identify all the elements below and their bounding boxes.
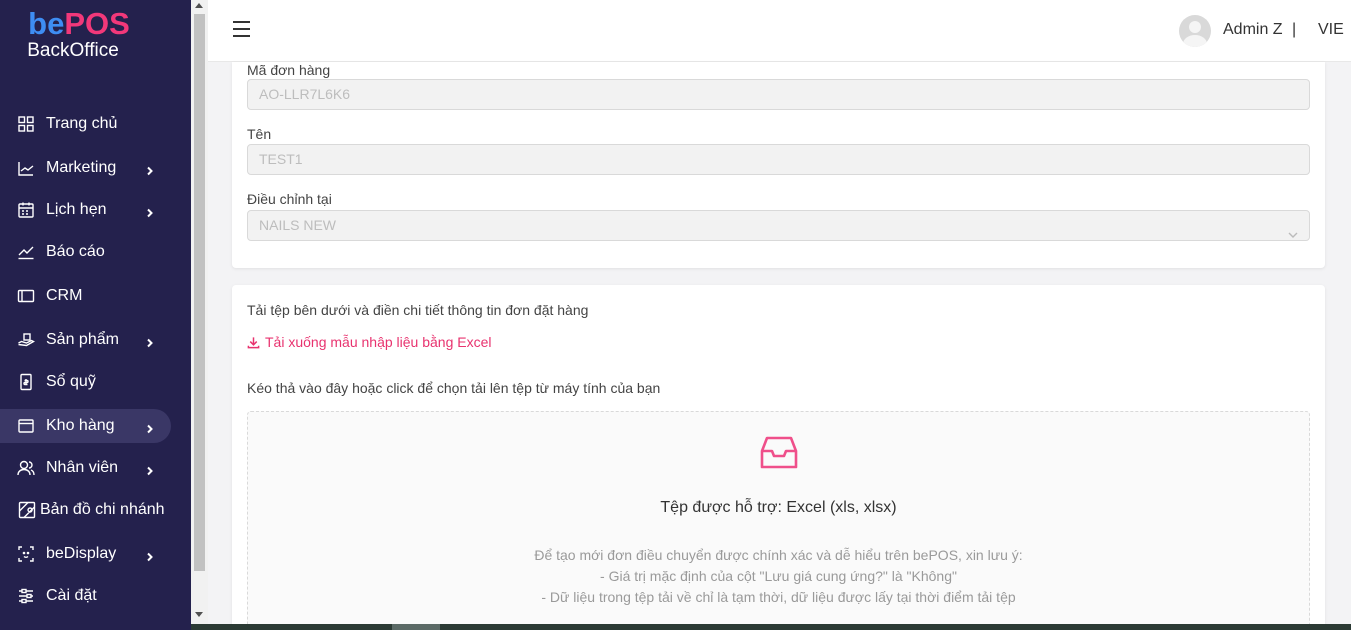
trend-icon (17, 243, 35, 261)
sidebar-item-label: Bản đồ chi nhánh (40, 501, 165, 518)
calendar-icon (17, 201, 35, 219)
sidebar-item-cai-dat[interactable]: Cài đặt (0, 579, 171, 613)
sidebar-item-trang-chu[interactable]: Trang chủ (0, 107, 171, 141)
bepos-logo[interactable]: bePOS BackOffice (24, 8, 134, 62)
chevron-right-icon (145, 163, 155, 176)
upload-instruction: Tải tệp bên dưới và điền chi tiết thông … (247, 302, 589, 318)
user-name[interactable]: Admin Z (1223, 21, 1283, 39)
sidebar-item-crm[interactable]: CRM (0, 279, 171, 313)
sidebar-item-label: Nhân viên (46, 459, 119, 476)
sidebar-item-label: Marketing (46, 159, 117, 176)
hamburger-menu-icon[interactable] (233, 21, 251, 37)
order-code-label: Mã đơn hàng (247, 62, 331, 78)
chevron-right-icon (145, 205, 155, 218)
upload-note-line-2: - Giá trị mặc định của cột "Lưu giá cung… (600, 568, 957, 584)
download-template-label: Tải xuống mẫu nhập liệu bằng Excel (265, 334, 492, 350)
logo-subtitle: BackOffice (27, 40, 119, 61)
sidebar-item-label: Lịch hẹn (46, 201, 107, 218)
avatar[interactable] (1179, 15, 1211, 47)
sidebar-item-label: Kho hàng (46, 417, 115, 434)
sidebar-item-san-pham[interactable]: Sản phẩm (0, 323, 171, 357)
chevron-right-icon (145, 421, 155, 434)
sidebar-item-ban-do-chi-nhanh[interactable]: Bản đồ chi nhánh (0, 493, 171, 527)
map-icon (18, 501, 36, 519)
sidebar-item-label: Cài đặt (46, 587, 97, 604)
sidebar-item-label: beDisplay (46, 545, 117, 562)
upload-card: Tải tệp bên dưới và điền chi tiết thông … (232, 285, 1325, 630)
page-scrollbar[interactable] (191, 0, 208, 630)
upload-note-line-3: - Dữ liệu trong tệp tải về chỉ là tạm th… (541, 589, 1016, 605)
users-icon (17, 459, 35, 477)
sidebar-item-label: Sổ quỹ (46, 373, 96, 390)
order-info-card: Mã đơn hàng AO-LLR7L6K6 Tên TEST1 Điều c… (232, 62, 1325, 268)
adjust-at-label: Điều chỉnh tại (247, 191, 332, 207)
adjust-at-select[interactable]: NAILS NEW (247, 210, 1310, 241)
sidebar: bePOS BackOffice Trang chủ Marketing Lịc… (0, 0, 191, 630)
sidebar-item-lich-hen[interactable]: Lịch hẹn (0, 193, 171, 227)
name-field[interactable]: TEST1 (247, 144, 1310, 175)
sidebar-item-marketing[interactable]: Marketing (0, 151, 171, 185)
sidebar-item-bao-cao[interactable]: Báo cáo (0, 235, 171, 269)
scroll-down-arrow-icon[interactable] (195, 612, 203, 617)
supported-files-text: Tệp được hỗ trợ: Excel (xls, xlsx) (660, 499, 897, 516)
adjust-at-value: NAILS NEW (259, 217, 337, 233)
drag-hint: Kéo thả vào đây hoặc click để chọn tải l… (247, 380, 661, 396)
sidebar-item-label: Báo cáo (46, 243, 105, 260)
sidebar-item-label: Sản phẩm (46, 331, 119, 348)
name-label: Tên (247, 126, 272, 142)
logo-wordmark: bePOS (28, 6, 130, 41)
download-icon (247, 336, 260, 348)
sliders-icon (17, 587, 35, 605)
upload-note-line-1: Để tạo mới đơn điều chuyển được chính xá… (534, 547, 1023, 563)
warehouse-icon (17, 417, 35, 435)
chevron-right-icon (145, 549, 155, 562)
sidebar-item-bedisplay[interactable]: beDisplay (0, 537, 171, 571)
language-selector[interactable]: VIE (1318, 21, 1344, 39)
grid-icon (17, 115, 35, 133)
face-scan-icon (17, 545, 35, 563)
download-template-link[interactable]: Tải xuống mẫu nhập liệu bằng Excel (247, 334, 491, 350)
bottom-strip (191, 624, 1351, 630)
order-code-field[interactable]: AO-LLR7L6K6 (247, 79, 1310, 110)
sidebar-item-kho-hang[interactable]: Kho hàng (0, 409, 171, 443)
chevron-right-icon (145, 335, 155, 348)
chevron-down-icon (1288, 221, 1298, 238)
hand-product-icon (17, 331, 35, 349)
top-header: Admin Z | VIE (208, 0, 1351, 62)
sidebar-item-nhan-vien[interactable]: Nhân viên (0, 451, 171, 485)
header-separator: | (1292, 21, 1297, 38)
chevron-right-icon (145, 463, 155, 476)
sidebar-item-so-quy[interactable]: Sổ quỹ (0, 365, 171, 399)
id-card-icon (17, 287, 35, 305)
chart-line-icon (17, 159, 35, 177)
cash-book-icon (17, 373, 35, 391)
inbox-icon (760, 432, 798, 472)
scroll-thumb[interactable] (194, 14, 205, 571)
sidebar-item-label: Trang chủ (46, 115, 118, 132)
file-dropzone[interactable]: Tệp được hỗ trợ: Excel (xls, xlsx) Để tạ… (247, 411, 1310, 630)
sidebar-item-label: CRM (46, 287, 83, 304)
scroll-up-arrow-icon[interactable] (195, 3, 203, 8)
